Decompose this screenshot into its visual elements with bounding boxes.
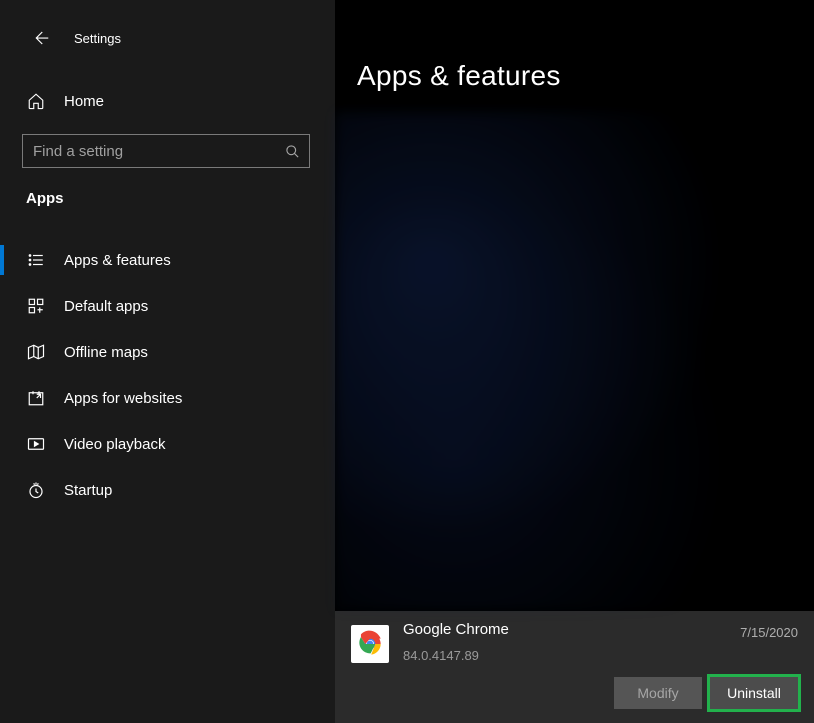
app-install-date: 7/15/2020 [740,625,798,640]
home-icon [26,92,46,110]
nav-label: Default apps [64,298,148,315]
sidebar-nav: Apps & features Default apps Offline map… [0,237,335,513]
search-input[interactable] [23,135,275,167]
nav-label: Apps & features [64,252,171,269]
back-button[interactable] [20,18,60,58]
startup-icon [26,481,46,499]
nav-item-apps-features[interactable]: Apps & features [0,237,335,283]
nav-label: Video playback [64,436,165,453]
nav-item-startup[interactable]: Startup [0,467,335,513]
home-nav[interactable]: Home [0,82,335,120]
nav-item-video-playback[interactable]: Video playback [0,421,335,467]
defaults-icon [26,297,46,315]
section-label: Apps [0,168,335,217]
sidebar-header: Settings [0,0,335,76]
back-arrow-icon [31,29,49,47]
nav-item-offline-maps[interactable]: Offline maps [0,329,335,375]
page-title: Apps & features [335,0,814,92]
map-icon [26,343,46,361]
main-content: Apps & features Google Chrome 84.0.4147.… [335,0,814,723]
app-info: Google Chrome 84.0.4147.89 [403,621,740,663]
video-icon [26,435,46,453]
nav-item-default-apps[interactable]: Default apps [0,283,335,329]
blurred-app-list [335,112,814,611]
app-row: Google Chrome 84.0.4147.89 7/15/2020 [351,621,798,663]
app-name: Google Chrome [403,621,740,638]
nav-item-apps-websites[interactable]: Apps for websites [0,375,335,421]
search-icon [275,144,309,159]
nav-label: Offline maps [64,344,148,361]
nav-label: Startup [64,482,112,499]
sidebar: Settings Home Apps Apps & features Defau… [0,0,335,723]
selected-app-card[interactable]: Google Chrome 84.0.4147.89 7/15/2020 Mod… [335,611,814,723]
modify-button[interactable]: Modify [614,677,702,709]
nav-label: Apps for websites [64,390,182,407]
open-icon [26,389,46,407]
window-title: Settings [74,31,121,46]
home-label: Home [64,93,104,110]
list-icon [26,251,46,269]
search-wrap [0,134,335,168]
uninstall-button[interactable]: Uninstall [710,677,798,709]
app-actions: Modify Uninstall [351,677,798,709]
app-version: 84.0.4147.89 [403,648,740,663]
search-box[interactable] [22,134,310,168]
chrome-icon [351,625,389,663]
